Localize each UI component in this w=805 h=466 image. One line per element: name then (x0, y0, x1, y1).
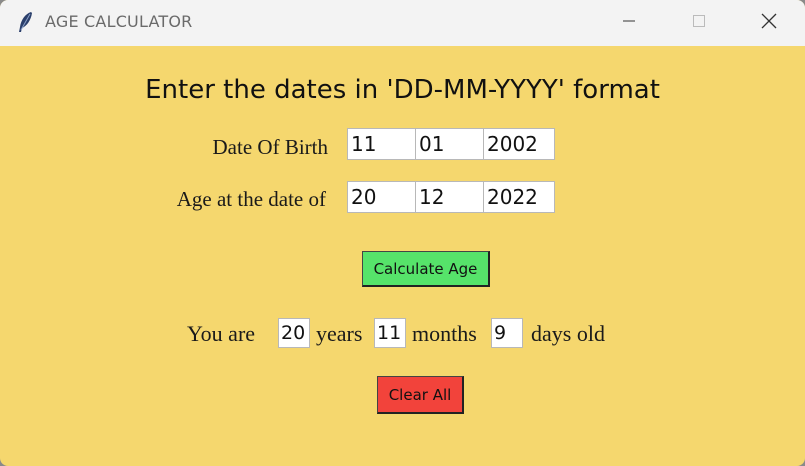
minimize-icon (622, 14, 636, 33)
days-result-field[interactable]: 9 (491, 318, 523, 348)
days-label: days old (531, 321, 605, 346)
months-result-field[interactable]: 11 (374, 318, 406, 348)
dob-month-field[interactable]: 01 (415, 128, 484, 160)
app-window: AGE CALCULATOR Enter the dates in 'DD-MM… (0, 0, 805, 466)
dob-day-field[interactable]: 11 (347, 128, 416, 160)
feather-icon (16, 11, 36, 33)
window-title: AGE CALCULATOR (45, 12, 193, 31)
target-day-field[interactable]: 20 (347, 181, 416, 213)
minimize-button[interactable] (606, 0, 652, 46)
dob-year-field[interactable]: 2002 (483, 128, 555, 160)
target-year-field[interactable]: 2022 (483, 181, 555, 213)
target-month-field[interactable]: 12 (415, 181, 484, 213)
years-label: years (316, 321, 363, 346)
clear-all-button[interactable]: Clear All (377, 376, 464, 414)
months-label: months (412, 321, 477, 346)
maximize-icon (692, 14, 706, 33)
calculate-age-button[interactable]: Calculate Age (362, 251, 490, 287)
dob-label: Date Of Birth (212, 135, 328, 159)
title-bar[interactable]: AGE CALCULATOR (0, 0, 805, 46)
result-prefix: You are (187, 321, 256, 346)
target-date-label: Age at the date of (176, 187, 326, 211)
close-button[interactable] (746, 0, 792, 46)
maximize-button[interactable] (676, 0, 722, 46)
years-result-field[interactable]: 20 (278, 318, 310, 348)
close-icon (761, 13, 777, 34)
instructions-heading: Enter the dates in 'DD-MM-YYYY' format (145, 75, 660, 105)
